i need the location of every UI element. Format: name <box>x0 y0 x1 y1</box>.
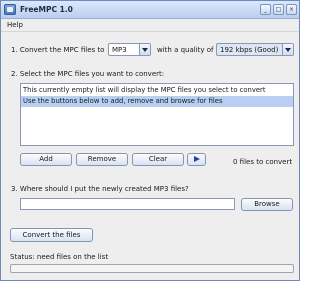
convert-button[interactable]: Convert the files <box>10 228 93 242</box>
minimize-button[interactable]: _ <box>260 4 271 15</box>
play-button[interactable] <box>187 153 206 166</box>
window-title: FreeMPC 1.0 <box>20 5 73 14</box>
step2-label: 2. Select the MPC files you want to conv… <box>11 70 165 78</box>
maximize-button[interactable]: □ <box>273 4 284 15</box>
list-item[interactable]: This currently empty list will display t… <box>21 85 293 96</box>
list-item[interactable]: Use the buttons below to add, remove and… <box>21 96 293 107</box>
close-button[interactable]: × <box>286 4 297 15</box>
progress-bar <box>10 264 294 273</box>
title-bar[interactable]: FreeMPC 1.0 _ □ × <box>1 1 299 19</box>
remove-button[interactable]: Remove <box>76 153 128 166</box>
step1-label: 1. Convert the MPC files to <box>11 46 105 54</box>
output-folder-input[interactable] <box>20 198 235 210</box>
status-text: Status: need files on the list <box>10 253 109 261</box>
browse-button[interactable]: Browse <box>241 198 293 211</box>
file-list[interactable]: This currently empty list will display t… <box>20 83 294 146</box>
format-select[interactable]: MP3 <box>108 43 151 56</box>
quality-select[interactable]: 192 kbps (Good) <box>216 43 294 56</box>
menu-help[interactable]: Help <box>7 21 23 29</box>
quality-value: 192 kbps (Good) <box>220 46 279 54</box>
quality-label: with a quality of <box>157 46 214 54</box>
chevron-down-icon[interactable] <box>139 44 150 55</box>
clear-button[interactable]: Clear <box>132 153 184 166</box>
file-count: 0 files to convert <box>233 158 293 166</box>
menu-bar: Help <box>1 19 299 32</box>
format-value: MP3 <box>112 46 127 54</box>
add-button[interactable]: Add <box>20 153 72 166</box>
chevron-down-icon[interactable] <box>282 44 293 55</box>
step3-label: 3. Where should I put the newly created … <box>11 185 189 193</box>
play-icon <box>194 156 200 162</box>
app-icon <box>4 4 16 15</box>
main-window: FreeMPC 1.0 _ □ × Help 1. Convert the MP… <box>0 0 300 281</box>
